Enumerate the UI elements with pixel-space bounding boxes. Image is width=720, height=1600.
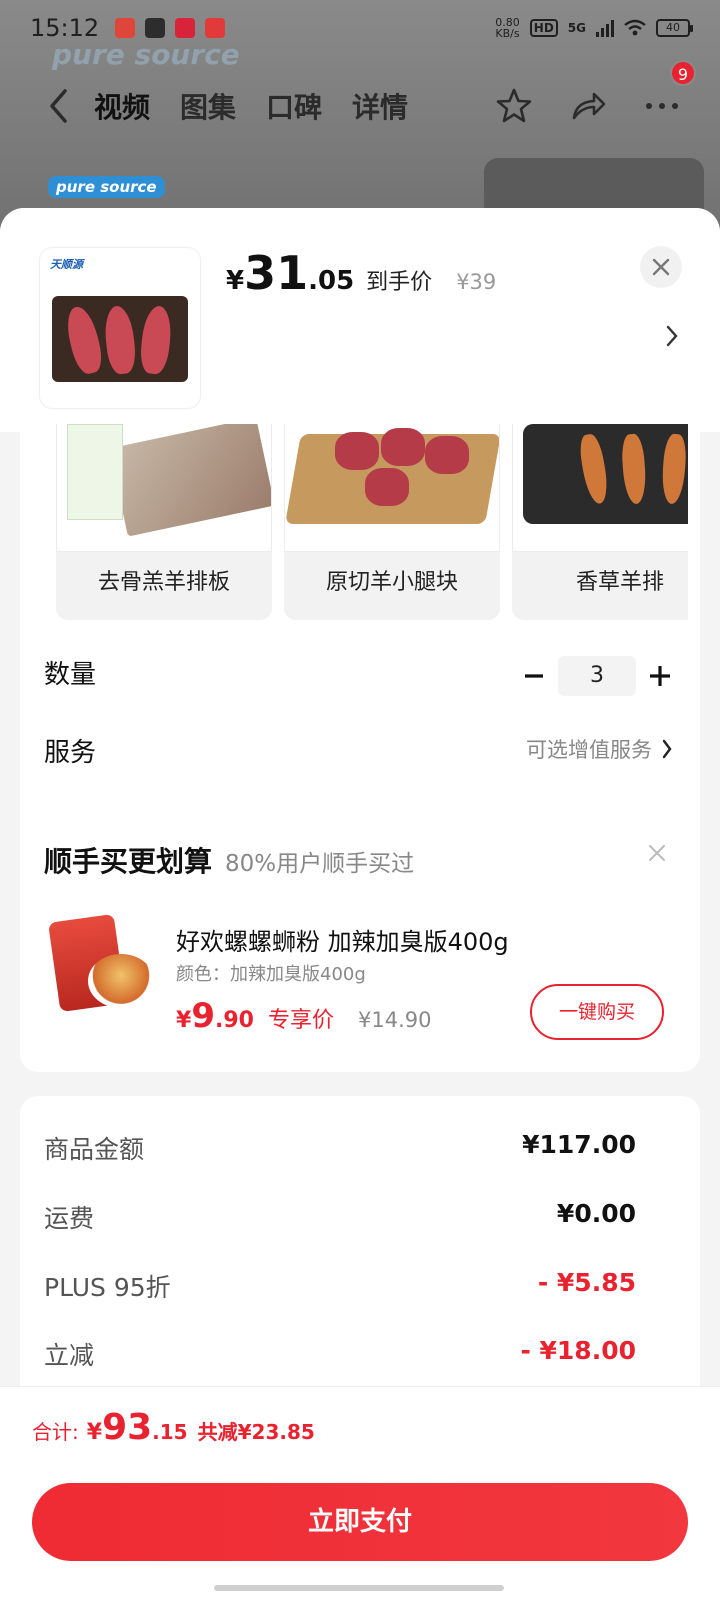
share-icon[interactable] bbox=[568, 86, 608, 126]
bundle-price-integer: 9 bbox=[191, 996, 215, 1036]
notification-mail-icon bbox=[145, 18, 166, 38]
total-label: 合计: bbox=[32, 1420, 79, 1444]
variant-image bbox=[512, 424, 688, 552]
summary-row: 运费 ¥0.00 bbox=[44, 1199, 636, 1235]
original-price: ¥39 bbox=[456, 270, 497, 294]
notification-app-icon bbox=[115, 18, 136, 38]
decrease-button[interactable] bbox=[510, 656, 558, 696]
final-price-tag: 到手价 bbox=[366, 270, 433, 295]
background-page: 15:12 0.80 KB/s HD 5G 40 pure source 视频 … bbox=[0, 0, 720, 240]
summary-value: - ¥18.00 bbox=[520, 1336, 636, 1365]
tab-reviews[interactable]: 口碑 bbox=[266, 86, 322, 126]
plus-icon bbox=[650, 666, 670, 686]
network-speed-unit: KB/s bbox=[495, 27, 520, 40]
tab-gallery[interactable]: 图集 bbox=[180, 86, 236, 126]
network-type: 5G bbox=[567, 21, 586, 35]
expand-chevron-icon[interactable] bbox=[660, 322, 684, 350]
variant-label: 去骨羔羊排板 bbox=[97, 570, 230, 595]
back-icon[interactable] bbox=[36, 84, 80, 128]
summary-row: PLUS 95折 - ¥5.85 bbox=[44, 1268, 636, 1304]
variant-image bbox=[284, 424, 500, 552]
bundle-card: 顺手买更划算 80%用户顺手买过 好欢螺螺蛳粉 加辣加臭版400g 颜色：加辣加… bbox=[20, 810, 700, 1072]
price-symbol: ¥ bbox=[226, 266, 245, 296]
favorite-star-icon[interactable] bbox=[494, 86, 534, 126]
summary-label: PLUS 95折 bbox=[44, 1273, 171, 1302]
variant-image bbox=[56, 424, 272, 552]
message-count-badge: 9 bbox=[670, 60, 696, 86]
brand-logo: pure source bbox=[48, 176, 165, 198]
notification-store-icon bbox=[205, 18, 226, 38]
product-image[interactable]: 天顺源 bbox=[40, 248, 200, 408]
bundle-title: 顺手买更划算 bbox=[44, 845, 213, 878]
bundle-original-price: ¥14.90 bbox=[357, 1008, 432, 1032]
variant-list[interactable]: 去骨羔羊排板 原切羊小腿块 香草羊排 bbox=[56, 424, 688, 620]
summary-row: 商品金额 ¥117.00 bbox=[44, 1130, 636, 1166]
checkout-footer: 合计: ¥ 93 .15 共减¥23.85 立即支付 bbox=[0, 1386, 720, 1600]
battery-icon: 40 bbox=[656, 19, 693, 37]
increase-button[interactable] bbox=[636, 656, 684, 696]
signal-icon bbox=[596, 19, 614, 37]
quantity-input[interactable]: 3 bbox=[558, 656, 636, 696]
summary-row: 立减 - ¥18.00 bbox=[44, 1336, 636, 1372]
minus-icon bbox=[525, 674, 543, 678]
quantity-label: 数量 bbox=[44, 660, 97, 690]
variant-label: 原切羊小腿块 bbox=[325, 570, 458, 595]
bundle-subtitle: 80%用户顺手买过 bbox=[225, 851, 415, 877]
total-symbol: ¥ bbox=[86, 1420, 103, 1445]
bundle-price-decimal: .90 bbox=[214, 1008, 254, 1033]
bundle-item-image[interactable] bbox=[46, 913, 158, 1018]
bundle-price-row: ¥ 9 .90 专享价 ¥14.90 bbox=[176, 996, 431, 1036]
variant-shank-chunks[interactable]: 原切羊小腿块 bbox=[284, 424, 500, 620]
summary-value: ¥117.00 bbox=[522, 1130, 636, 1159]
home-indicator[interactable] bbox=[214, 1585, 504, 1591]
close-icon bbox=[652, 258, 670, 276]
more-icon[interactable] bbox=[642, 86, 682, 126]
one-click-buy-button[interactable]: 一键购买 bbox=[530, 984, 664, 1040]
service-selector[interactable]: 可选增值服务 bbox=[526, 734, 672, 764]
quantity-stepper: 3 bbox=[510, 656, 684, 696]
total-row: 合计: ¥ 93 .15 共减¥23.85 bbox=[32, 1407, 315, 1448]
top-nav: 视频 图集 口碑 详情 9 bbox=[0, 60, 720, 134]
brand-watermark: pure source bbox=[52, 38, 240, 71]
summary-label: 商品金额 bbox=[44, 1135, 145, 1164]
chevron-right-icon bbox=[662, 739, 672, 759]
pay-now-button[interactable]: 立即支付 bbox=[32, 1483, 688, 1561]
price-decimal: .05 bbox=[308, 266, 355, 296]
bundle-close-button[interactable] bbox=[642, 838, 672, 868]
total-savings: 共减¥23.85 bbox=[197, 1420, 315, 1444]
close-icon bbox=[649, 845, 665, 861]
service-label: 服务 bbox=[44, 738, 97, 768]
bundle-item-name: 好欢螺螺蛳粉 加辣加臭版400g bbox=[176, 928, 509, 956]
product-header: 天顺源 ¥ 31 .05 到手价 ¥39 bbox=[0, 208, 720, 432]
tab-details[interactable]: 详情 bbox=[352, 86, 408, 126]
variant-label: 香草羊排 bbox=[575, 570, 664, 595]
notification-shop-icon bbox=[175, 18, 196, 38]
variant-boneless-rack[interactable]: 去骨羔羊排板 bbox=[56, 424, 272, 620]
summary-label: 运费 bbox=[44, 1204, 95, 1233]
summary-value: - ¥5.85 bbox=[537, 1268, 636, 1297]
tab-video[interactable]: 视频 bbox=[94, 86, 150, 126]
price-summary-card: 商品金额 ¥117.00 运费 ¥0.00 PLUS 95折 - ¥5.85 立… bbox=[20, 1096, 700, 1416]
bundle-item-spec: 颜色：加辣加臭版400g bbox=[176, 964, 366, 985]
price-integer: 31 bbox=[244, 246, 309, 300]
wifi-icon bbox=[624, 19, 646, 36]
product-image-brand: 天顺源 bbox=[50, 258, 83, 271]
price-row: ¥ 31 .05 到手价 ¥39 bbox=[226, 246, 496, 300]
total-decimal: .15 bbox=[152, 1420, 188, 1444]
network-speed: 0.80 KB/s bbox=[495, 17, 520, 39]
summary-value: ¥0.00 bbox=[556, 1199, 636, 1228]
variant-herb-chops[interactable]: 香草羊排 bbox=[512, 424, 688, 620]
close-button[interactable] bbox=[640, 246, 682, 288]
total-integer: 93 bbox=[102, 1407, 153, 1448]
hd-badge: HD bbox=[529, 19, 558, 37]
bundle-price-symbol: ¥ bbox=[176, 1008, 192, 1033]
summary-label: 立减 bbox=[44, 1341, 95, 1370]
bundle-price-tag: 专享价 bbox=[267, 1008, 334, 1033]
service-value: 可选增值服务 bbox=[526, 738, 652, 762]
